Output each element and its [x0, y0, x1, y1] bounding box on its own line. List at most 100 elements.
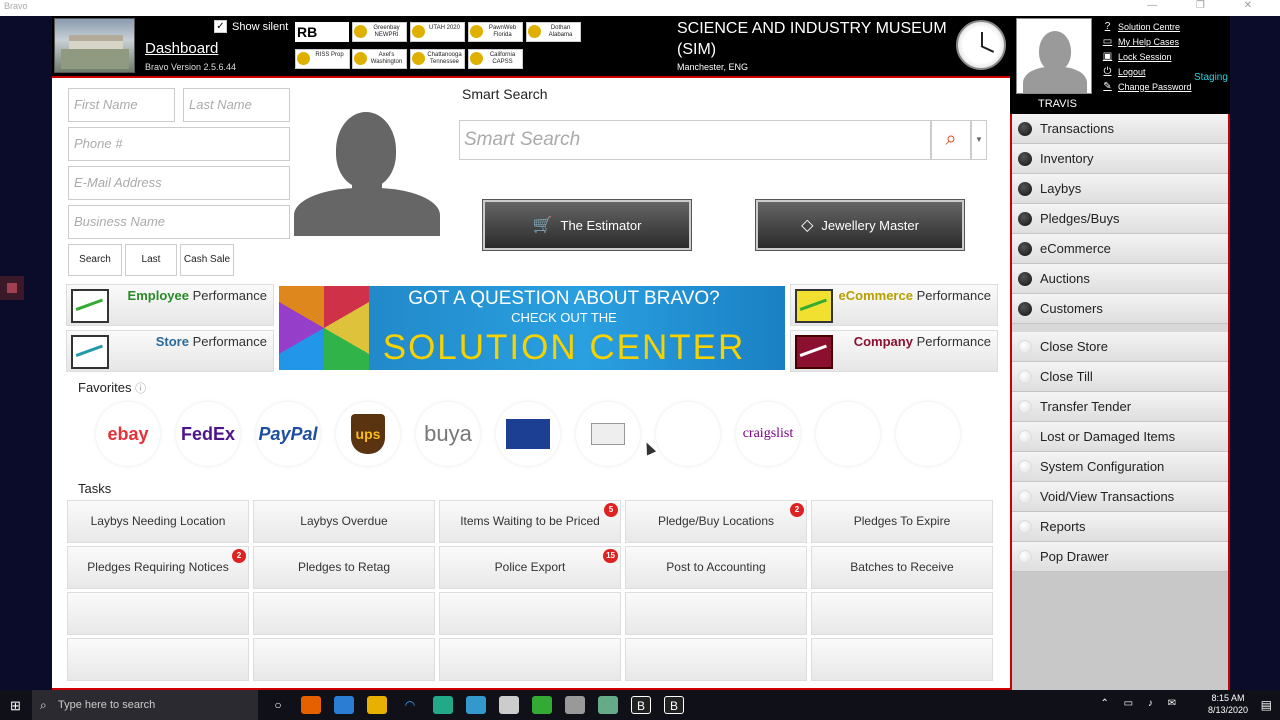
sidebar-item-lost-damaged[interactable]: Lost or Damaged Items [1012, 422, 1228, 452]
solution-center-banner[interactable]: GOT A QUESTION ABOUT BRAVO? CHECK OUT TH… [279, 286, 785, 370]
favorite-usps[interactable] [496, 402, 560, 466]
company-performance-tile[interactable]: Company Performance [790, 330, 998, 372]
store-tile[interactable]: RISS Prop [295, 49, 350, 69]
solution-centre-link[interactable]: ? Solution Centre [1102, 19, 1192, 34]
favorite-ups[interactable]: ups [336, 402, 400, 466]
task-laybys-overdue[interactable]: Laybys Overdue [253, 500, 435, 543]
outlook-icon[interactable] [334, 696, 354, 714]
notification-icon[interactable]: ▤ [1261, 698, 1272, 712]
change-password-link[interactable]: ✎ Change Password [1102, 79, 1191, 94]
task-empty[interactable] [253, 592, 435, 635]
store-performance-tile[interactable]: Store Performance [66, 330, 274, 372]
jewellery-master-button[interactable]: ◇ Jewellery Master [755, 199, 965, 251]
task-pledge-buy-locations[interactable]: Pledge/Buy Locations 2 [625, 500, 807, 543]
help-cases-link[interactable]: ▭ My Help Cases [1102, 34, 1192, 49]
estimator-button[interactable]: 🛒 The Estimator [482, 199, 692, 251]
sidebar-item-system-configuration[interactable]: System Configuration [1012, 452, 1228, 482]
cash-sale-button[interactable]: Cash Sale [180, 244, 234, 276]
sidebar-item-pop-drawer[interactable]: Pop Drawer [1012, 542, 1228, 572]
sidebar-item-reports[interactable]: Reports [1012, 512, 1228, 542]
task-empty[interactable] [625, 638, 807, 681]
sidebar-item-transfer-tender[interactable]: Transfer Tender [1012, 392, 1228, 422]
employee-performance-tile[interactable]: Employee Performance [66, 284, 274, 326]
sidebar-item-pledges-buys[interactable]: Pledges/Buys [1012, 204, 1228, 234]
taskbar-clock[interactable]: 8:15 AM 8/13/2020 [1208, 692, 1248, 716]
favorite-mail[interactable] [576, 402, 640, 466]
search-icon[interactable]: ⌕ [931, 120, 971, 160]
task-pledges-to-expire[interactable]: Pledges To Expire [811, 500, 993, 543]
store-tile[interactable]: Chattanooga Tennessee [410, 49, 465, 69]
store-tile[interactable]: Axel's Washington [352, 49, 407, 69]
background-app-icon[interactable] [0, 276, 24, 300]
task-empty[interactable] [439, 638, 621, 681]
app-icon[interactable] [532, 696, 552, 714]
task-items-waiting-priced[interactable]: Items Waiting to be Priced 5 [439, 500, 621, 543]
sidebar-item-inventory[interactable]: Inventory [1012, 144, 1228, 174]
favorite-empty[interactable] [816, 402, 880, 466]
folder-icon[interactable] [367, 696, 387, 714]
checkbox-icon[interactable]: ✓ [214, 20, 227, 33]
last-name-input[interactable]: Last Name [183, 88, 290, 122]
store-tile[interactable]: California CAPSS [468, 49, 523, 69]
bravo-icon[interactable]: B [631, 696, 651, 714]
system-tray-icons[interactable]: ⌃ ▭ ♪ ✉ [1100, 698, 1182, 709]
favorite-buya[interactable]: buya [416, 402, 480, 466]
task-empty[interactable] [253, 638, 435, 681]
store-tile[interactable]: Greenbay NEWPRI [352, 22, 407, 42]
store-tile[interactable]: PawnWeb Florida [468, 22, 523, 42]
app-icon[interactable] [565, 696, 585, 714]
task-empty[interactable] [439, 592, 621, 635]
taskbar-search-input[interactable]: ⌕ Type here to search [32, 690, 258, 720]
task-laybys-needing-location[interactable]: Laybys Needing Location [67, 500, 249, 543]
app-icon[interactable] [433, 696, 453, 714]
favorite-paypal[interactable]: PayPal [256, 402, 320, 466]
windows-start-icon[interactable]: ⊞ [10, 698, 21, 714]
favorite-craigslist[interactable]: craigslist [736, 402, 800, 466]
sidebar-item-auctions[interactable]: Auctions [1012, 264, 1228, 294]
show-silent-toggle[interactable]: ✓ Show silent [214, 20, 288, 33]
sidebar-item-close-store[interactable]: Close Store [1012, 332, 1228, 362]
sidebar-item-close-till[interactable]: Close Till [1012, 362, 1228, 392]
task-post-to-accounting[interactable]: Post to Accounting [625, 546, 807, 589]
email-input[interactable]: E-Mail Address [68, 166, 290, 200]
firefox-icon[interactable] [301, 696, 321, 714]
task-empty[interactable] [67, 592, 249, 635]
store-tile[interactable]: UTAH 2020 [410, 22, 465, 42]
ecommerce-performance-tile[interactable]: eCommerce Performance [790, 284, 998, 326]
task-empty[interactable] [67, 638, 249, 681]
task-empty[interactable] [811, 592, 993, 635]
app-icon[interactable] [598, 696, 618, 714]
favorite-empty[interactable] [896, 402, 960, 466]
sidebar-item-customers[interactable]: Customers [1012, 294, 1228, 324]
rb-store-tile[interactable]: RB [295, 22, 349, 42]
chevron-down-icon[interactable]: ▼ [971, 120, 987, 160]
task-batches-to-receive[interactable]: Batches to Receive [811, 546, 993, 589]
store-tile[interactable]: Dothan Alabama [526, 22, 581, 42]
sidebar-item-laybys[interactable]: Laybys [1012, 174, 1228, 204]
favorite-ebay[interactable]: ebay [96, 402, 160, 466]
task-empty[interactable] [625, 592, 807, 635]
task-pledges-requiring-notices[interactable]: Pledges Requiring Notices 2 [67, 546, 249, 589]
dashboard-link[interactable]: Dashboard [145, 40, 218, 57]
task-pledges-to-retag[interactable]: Pledges to Retag [253, 546, 435, 589]
search-button[interactable]: Search [68, 244, 122, 276]
bravo-icon[interactable]: B [664, 696, 684, 714]
sidebar-item-transactions[interactable]: Transactions [1012, 114, 1228, 144]
last-button[interactable]: Last [125, 244, 177, 276]
smart-search-input[interactable]: Smart Search [459, 120, 931, 160]
window-controls[interactable]: — ❐ ✕ [1147, 0, 1270, 11]
user-avatar[interactable] [1016, 18, 1092, 94]
wifi-icon[interactable]: ◠ [400, 696, 420, 714]
app-icon[interactable] [499, 696, 519, 714]
business-name-input[interactable]: Business Name [68, 205, 290, 239]
first-name-input[interactable]: First Name [68, 88, 175, 122]
cortana-icon[interactable]: ○ [268, 696, 288, 714]
lock-session-link[interactable]: ▣ Lock Session [1102, 49, 1192, 64]
app-icon[interactable] [466, 696, 486, 714]
phone-input[interactable]: Phone # [68, 127, 290, 161]
favorite-fedex[interactable]: FedEx [176, 402, 240, 466]
sidebar-item-ecommerce[interactable]: eCommerce [1012, 234, 1228, 264]
task-empty[interactable] [811, 638, 993, 681]
customer-photo[interactable] [294, 88, 440, 236]
logout-link[interactable]: ⏻ Logout [1102, 64, 1192, 79]
